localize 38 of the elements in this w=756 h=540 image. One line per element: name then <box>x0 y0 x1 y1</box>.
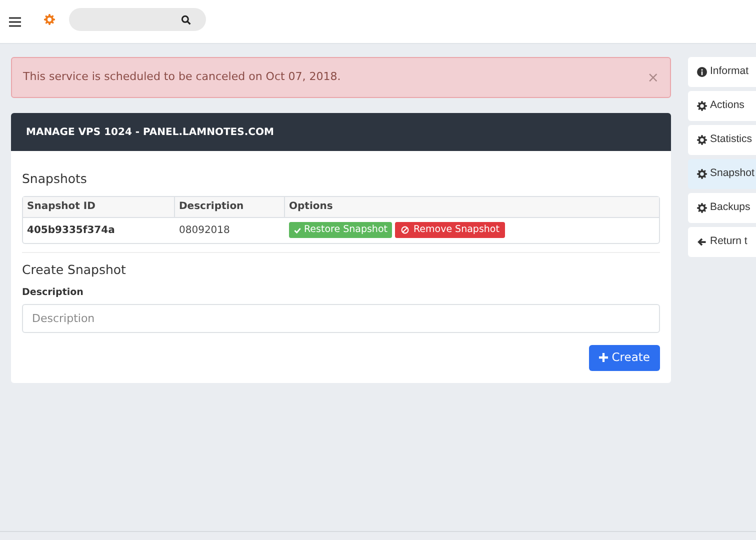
gear-icon <box>697 169 707 179</box>
menu-label: Backups <box>710 200 750 216</box>
menu-label: Snapshot <box>710 166 754 182</box>
side-menu-item[interactable]: Backups <box>688 193 756 223</box>
arrow-left-icon <box>697 237 707 247</box>
gear-icon <box>697 101 707 111</box>
menu-label: Actions <box>710 98 744 114</box>
table-cell-text: 405b9335f374a <box>26 224 116 238</box>
section-heading: Snapshots <box>22 170 88 188</box>
side-menu-item[interactable]: Return t <box>688 227 756 257</box>
plus-icon <box>598 353 608 362</box>
gear-icon <box>697 135 707 145</box>
check-icon <box>294 226 301 234</box>
table-cell-text: 08092018 <box>178 224 231 238</box>
column-header: Options <box>288 200 334 214</box>
section-heading: Create Snapshot <box>22 260 127 279</box>
panel-title: MANAGE VPS 1024 - PANEL.LAMNOTES.COM <box>26 126 274 140</box>
side-menu-item[interactable]: Snapshot <box>688 159 756 189</box>
menu-label: Statistics <box>710 132 752 148</box>
gear-icon <box>697 203 707 213</box>
search-field[interactable] <box>69 8 206 31</box>
side-menu-item[interactable]: Actions <box>688 91 756 121</box>
column-header: Description <box>175 196 285 217</box>
alert-message: This service is scheduled to be canceled on Oct 07, 2018. <box>23 69 341 86</box>
menu-icon[interactable] <box>9 16 21 26</box>
remove-button[interactable]: Remove Snapshot <box>395 222 506 238</box>
field-label: Description <box>22 286 84 300</box>
column-header: Snapshot ID <box>23 196 175 217</box>
menu-label: Return t <box>710 234 748 250</box>
menu-label: Informat <box>710 64 749 80</box>
description-field[interactable]: Description <box>22 304 660 333</box>
create-button[interactable]: Create <box>588 344 660 371</box>
side-menu-item[interactable]: Informat <box>688 57 756 87</box>
info-icon <box>697 67 707 77</box>
ban-icon <box>401 226 410 234</box>
search-icon <box>181 14 191 24</box>
gear-icon[interactable] <box>44 14 55 25</box>
side-menu-item[interactable]: Statistics <box>688 125 756 155</box>
